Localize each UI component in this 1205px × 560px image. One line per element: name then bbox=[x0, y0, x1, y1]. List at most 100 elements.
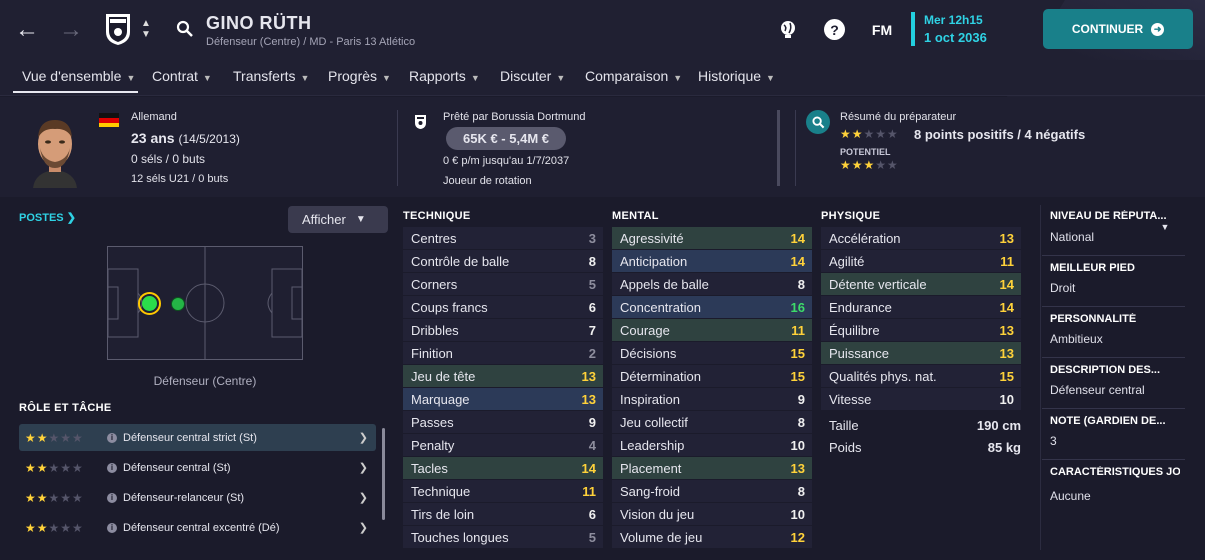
value-range-badge[interactable]: 65K € - 5,4M € bbox=[446, 127, 566, 150]
globe-icon[interactable] bbox=[777, 18, 799, 40]
attribute-row[interactable]: Coups francs 6 bbox=[403, 296, 603, 318]
tab-overview[interactable]: Vue d'ensemble ▼ bbox=[22, 68, 135, 84]
attribute-row[interactable]: Équilibre 13 bbox=[821, 319, 1021, 341]
divider bbox=[1042, 357, 1185, 358]
side-title: PERSONNALITÉ bbox=[1050, 313, 1137, 325]
attribute-row[interactable]: Agilité 11 bbox=[821, 250, 1021, 272]
attribute-name: Centres bbox=[411, 230, 457, 246]
positions-title: POSTES bbox=[19, 212, 64, 224]
chevron-down-icon: ▼ bbox=[126, 73, 136, 83]
tab-progress[interactable]: Progrès ▼ bbox=[328, 68, 391, 84]
accomplished-position-marker[interactable] bbox=[171, 297, 185, 311]
attribute-name: Volume de jeu bbox=[620, 529, 703, 545]
attribute-name: Courage bbox=[620, 322, 670, 338]
attribute-row[interactable]: Volume de jeu 12 bbox=[612, 526, 812, 548]
attribute-row[interactable]: Anticipation 14 bbox=[612, 250, 812, 272]
tab-transfers[interactable]: Transferts ▼ bbox=[233, 68, 309, 84]
attribute-row[interactable]: Vitesse 10 bbox=[821, 388, 1021, 410]
attribute-value: 14 bbox=[790, 230, 805, 246]
search-icon[interactable] bbox=[175, 19, 195, 39]
tab-history[interactable]: Historique ▼ bbox=[698, 68, 775, 84]
tab-reports[interactable]: Rapports ▼ bbox=[409, 68, 480, 84]
tab-discuss[interactable]: Discuter ▼ bbox=[500, 68, 565, 84]
display-dropdown[interactable]: Afficher ▼ bbox=[288, 206, 388, 233]
player-switch-icon[interactable]: ▲ ▼ bbox=[139, 16, 153, 42]
age-line: 23 ans (14/5/2013) bbox=[131, 130, 240, 146]
continue-button[interactable]: CONTINUER ➜ bbox=[1043, 9, 1193, 49]
attribute-name: Penalty bbox=[411, 437, 455, 453]
height-label: Taille bbox=[829, 418, 859, 433]
attribute-name: Agilité bbox=[829, 253, 865, 269]
chevron-down-icon[interactable]: ❯ bbox=[359, 491, 368, 504]
attribute-row[interactable]: Vision du jeu 10 bbox=[612, 503, 812, 525]
attribute-row[interactable]: Passes 9 bbox=[403, 411, 603, 433]
help-icon[interactable]: ? bbox=[824, 19, 845, 40]
attribute-row[interactable]: Finition 2 bbox=[403, 342, 603, 364]
positions-link[interactable]: POSTES ❯ bbox=[19, 211, 76, 224]
attribute-row[interactable]: Jeu de tête 13 bbox=[403, 365, 603, 387]
chevron-down-icon: ▼ bbox=[673, 73, 683, 83]
attribute-row[interactable]: Contrôle de balle 8 bbox=[403, 250, 603, 272]
tab-comparison[interactable]: Comparaison ▼ bbox=[585, 68, 682, 84]
info-icon[interactable]: i bbox=[107, 462, 117, 473]
attribute-value: 14 bbox=[999, 276, 1014, 292]
attribute-row[interactable]: Penalty 4 bbox=[403, 434, 603, 456]
chevron-down-icon[interactable]: ❯ bbox=[359, 461, 368, 474]
attribute-row[interactable]: Qualités phys. nat. 15 bbox=[821, 365, 1021, 387]
info-icon[interactable]: i bbox=[107, 492, 117, 503]
tab-label: Contrat bbox=[152, 68, 198, 84]
attribute-row[interactable]: Concentration 16 bbox=[612, 296, 812, 318]
tab-contract[interactable]: Contrat ▼ bbox=[152, 68, 212, 84]
attribute-row[interactable]: Tacles 14 bbox=[403, 457, 603, 479]
position-pitch[interactable] bbox=[107, 246, 303, 360]
chevron-down-icon[interactable]: ▼ bbox=[1159, 222, 1171, 232]
chevron-down-icon[interactable]: ❯ bbox=[359, 521, 368, 534]
info-icon[interactable]: i bbox=[107, 432, 117, 443]
fm-menu-button[interactable]: FM bbox=[866, 20, 898, 40]
attribute-row[interactable]: Sang-froid 8 bbox=[612, 480, 812, 502]
natural-position-marker[interactable] bbox=[138, 292, 161, 315]
chevron-down-icon[interactable]: ❯ bbox=[359, 431, 368, 444]
role-label: Défenseur-relanceur (St) bbox=[123, 491, 245, 504]
coach-search-icon[interactable] bbox=[806, 110, 830, 134]
attribute-value: 8 bbox=[797, 483, 805, 499]
attribute-row[interactable]: Dribbles 7 bbox=[403, 319, 603, 341]
roles-scrollbar[interactable] bbox=[382, 428, 385, 520]
info-icon[interactable]: i bbox=[107, 522, 117, 533]
attribute-row[interactable]: Détermination 15 bbox=[612, 365, 812, 387]
squad-status: Joueur de rotation bbox=[443, 175, 532, 187]
attribute-row[interactable]: Tirs de loin 6 bbox=[403, 503, 603, 525]
role-row[interactable]: ★★★★★ i Défenseur-relanceur (St) ❯ bbox=[19, 484, 376, 511]
attribute-row[interactable]: Appels de balle 8 bbox=[612, 273, 812, 295]
attribute-row[interactable]: Courage 11 bbox=[612, 319, 812, 341]
attribute-name: Puissance bbox=[829, 345, 889, 361]
attribute-row[interactable]: Inspiration 9 bbox=[612, 388, 812, 410]
scrollbar[interactable] bbox=[777, 110, 780, 186]
date-time: Mer 12h15 bbox=[924, 13, 983, 27]
attribute-row[interactable]: Centres 3 bbox=[403, 227, 603, 249]
attribute-row[interactable]: Accélération 13 bbox=[821, 227, 1021, 249]
attribute-value: 13 bbox=[581, 368, 596, 384]
attribute-value: 16 bbox=[790, 299, 805, 315]
side-title: CARACTÉRISTIQUES JO bbox=[1050, 466, 1180, 478]
side-title: NIVEAU DE RÉPUTA... bbox=[1050, 210, 1167, 222]
attribute-row[interactable]: Détente verticale 14 bbox=[821, 273, 1021, 295]
attribute-row[interactable]: Touches longues 5 bbox=[403, 526, 603, 548]
forward-arrow-icon[interactable]: → bbox=[58, 16, 84, 44]
attribute-row[interactable]: Corners 5 bbox=[403, 273, 603, 295]
attribute-row[interactable]: Placement 13 bbox=[612, 457, 812, 479]
role-row[interactable]: ★★★★★ i Défenseur central (St) ❯ bbox=[19, 454, 376, 481]
back-arrow-icon[interactable]: ← bbox=[14, 16, 40, 44]
attribute-row[interactable]: Décisions 15 bbox=[612, 342, 812, 364]
attribute-row[interactable]: Jeu collectif 8 bbox=[612, 411, 812, 433]
attribute-row[interactable]: Leadership 10 bbox=[612, 434, 812, 456]
club-crest-icon[interactable] bbox=[103, 12, 133, 46]
role-row[interactable]: ★★★★★ i Défenseur central strict (St) ❯ bbox=[19, 424, 376, 451]
attribute-row[interactable]: Marquage 13 bbox=[403, 388, 603, 410]
attribute-row[interactable]: Agressivité 14 bbox=[612, 227, 812, 249]
attribute-row[interactable]: Puissance 13 bbox=[821, 342, 1021, 364]
attribute-row[interactable]: Endurance 14 bbox=[821, 296, 1021, 318]
player-face-image[interactable] bbox=[27, 112, 83, 188]
attribute-row[interactable]: Technique 11 bbox=[403, 480, 603, 502]
role-row[interactable]: ★★★★★ i Défenseur central excentré (Dé) ❯ bbox=[19, 514, 376, 541]
